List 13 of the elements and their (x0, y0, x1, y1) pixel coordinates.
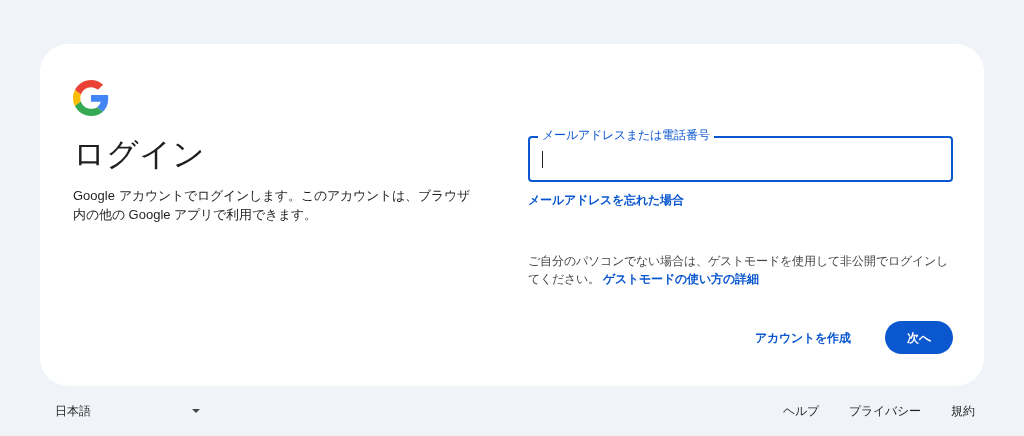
forgot-email-link[interactable]: メールアドレスを忘れた場合 (528, 192, 953, 208)
create-account-button[interactable]: アカウントを作成 (755, 321, 851, 354)
footer-link[interactable]: プライバシー (843, 402, 927, 420)
guest-mode-link[interactable]: ゲストモードの使い方の詳細 (603, 272, 760, 286)
footer-link[interactable]: ヘルプ (777, 402, 825, 420)
google-logo-icon (73, 80, 109, 116)
page-heading: ログイン (73, 135, 206, 174)
caret-icon (192, 409, 200, 413)
next-button[interactable]: 次へ (885, 321, 953, 354)
language-dropdown[interactable]: 日本語 (55, 402, 200, 420)
footer-link[interactable]: 規約 (945, 402, 981, 420)
guest-mode-notice: ご自分のパソコンでない場合は、ゲストモードを使用して非公開でログインしてください。 ゲストモードの使い方の詳細 (528, 253, 949, 288)
description-text: Google アカウントでログインします。このアカウントは、ブラウザ内の他の Google アプリで利用できます。 (73, 187, 471, 224)
